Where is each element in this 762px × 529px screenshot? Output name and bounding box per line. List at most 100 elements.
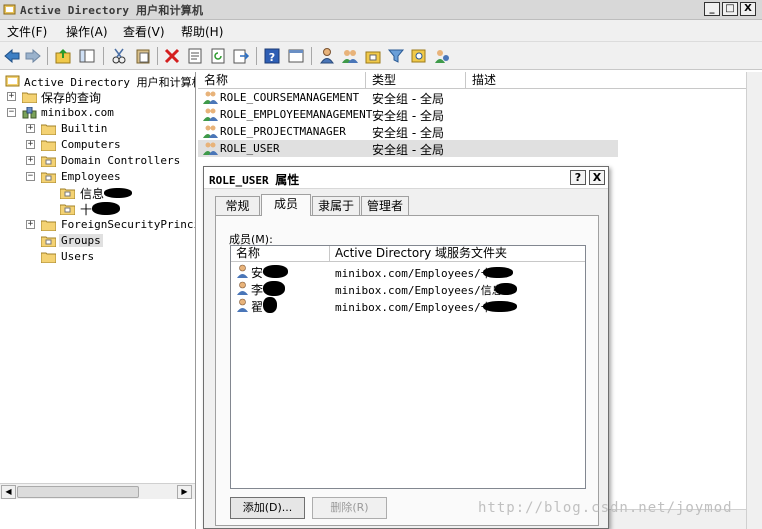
- maximize-button[interactable]: □: [722, 2, 738, 16]
- group-name: ROLE_COURSEMANAGEMENT: [220, 91, 360, 104]
- minimize-button[interactable]: _: [704, 2, 720, 16]
- collapse-icon[interactable]: −: [7, 108, 16, 117]
- folder-icon: [41, 252, 56, 263]
- tree-item-users[interactable]: Users: [0, 249, 195, 265]
- tree-item-foreign-security[interactable]: + ForeignSecurityPrincip: [0, 217, 195, 233]
- add-to-group-icon[interactable]: [433, 47, 451, 65]
- new-user-icon[interactable]: [318, 47, 336, 65]
- table-row[interactable]: ROLE_COURSEMANAGEMENT 安全组 - 全局: [198, 89, 618, 106]
- scroll-left-arrow-icon[interactable]: ◀: [1, 485, 16, 499]
- members-tab-panel: 成员(M): 名称 Active Directory 域服务文件夹 安 mini…: [215, 215, 599, 526]
- tree-item-sub-ou-1[interactable]: 信息: [0, 185, 195, 201]
- window-title: Active Directory 用户和计算机: [20, 4, 204, 17]
- up-folder-icon[interactable]: [54, 47, 72, 65]
- tree-item-domain-controllers[interactable]: + Domain Controllers: [0, 153, 195, 169]
- column-header-type[interactable]: 类型: [366, 72, 466, 89]
- expand-icon[interactable]: +: [26, 220, 35, 229]
- refresh-icon[interactable]: [209, 47, 227, 65]
- tree-item-employees[interactable]: − Employees: [0, 169, 195, 185]
- group-icon: [203, 91, 218, 104]
- filter-icon[interactable]: [387, 47, 405, 65]
- tab-member-of[interactable]: 隶属于: [312, 196, 360, 215]
- group-icon: [203, 108, 218, 121]
- scroll-thumb[interactable]: [17, 486, 139, 498]
- find-icon[interactable]: [410, 47, 428, 65]
- redaction-mark: [104, 188, 132, 198]
- tab-members[interactable]: 成员: [261, 194, 311, 216]
- group-type: 安全组 - 全局: [372, 92, 444, 106]
- members-column-folder[interactable]: Active Directory 域服务文件夹: [330, 246, 585, 262]
- list-item[interactable]: 翟 minibox.com/Employees/十: [231, 297, 585, 314]
- group-type: 安全组 - 全局: [372, 109, 444, 123]
- forward-arrow-icon[interactable]: [24, 47, 42, 65]
- expand-icon[interactable]: +: [26, 156, 35, 165]
- table-row-selected[interactable]: ROLE_USER 安全组 - 全局: [198, 140, 618, 157]
- tree-item-sub-ou-2[interactable]: 十: [0, 201, 195, 217]
- menu-action[interactable]: 操作(A): [66, 23, 108, 40]
- title-bar: Active Directory 用户和计算机 _ □ X: [0, 0, 762, 20]
- delete-icon[interactable]: [163, 47, 181, 65]
- group-name: ROLE_PROJECTMANAGER: [220, 125, 346, 138]
- new-ou-icon[interactable]: [364, 47, 382, 65]
- scroll-right-arrow-icon[interactable]: ▶: [177, 485, 192, 499]
- expand-icon[interactable]: +: [7, 92, 16, 101]
- dialog-close-button[interactable]: X: [589, 170, 605, 185]
- ou-folder-icon: [60, 204, 75, 215]
- menu-file[interactable]: 文件(F): [7, 23, 47, 40]
- watermark: http://blog.csdn.net/joymod: [478, 500, 733, 516]
- export-list-icon[interactable]: [232, 47, 250, 65]
- properties-icon[interactable]: [186, 47, 204, 65]
- tree-horizontal-scrollbar[interactable]: ◀ ▶: [0, 483, 195, 499]
- user-icon: [237, 264, 248, 278]
- dialog-help-button[interactable]: ?: [570, 170, 586, 185]
- redaction-mark: [495, 283, 517, 295]
- tree-item-domain[interactable]: − minibox.com: [0, 105, 195, 121]
- members-column-name[interactable]: 名称: [231, 246, 330, 262]
- folder-icon: [41, 140, 56, 151]
- collapse-icon[interactable]: −: [26, 172, 35, 181]
- tree-root[interactable]: Active Directory 用户和计算机: [0, 73, 195, 89]
- column-header-name[interactable]: 名称: [198, 72, 366, 89]
- add-button[interactable]: 添加(D)...: [230, 497, 305, 519]
- tree-pane: Active Directory 用户和计算机 + 保存的查询 − minibo…: [0, 72, 196, 529]
- tab-managed-by[interactable]: 管理者: [361, 196, 409, 215]
- group-icon: [203, 125, 218, 138]
- redaction-mark: [92, 202, 120, 215]
- menu-view[interactable]: 查看(V): [123, 23, 165, 40]
- members-list[interactable]: 名称 Active Directory 域服务文件夹 安 minibox.com…: [230, 245, 586, 489]
- group-name: ROLE_USER: [220, 142, 280, 155]
- tree-item-builtin[interactable]: + Builtin: [0, 121, 195, 137]
- back-arrow-icon[interactable]: [3, 47, 21, 65]
- redaction-mark: [483, 301, 517, 312]
- table-row[interactable]: ROLE_PROJECTMANAGER 安全组 - 全局: [198, 123, 618, 140]
- expand-icon[interactable]: +: [26, 140, 35, 149]
- remove-button[interactable]: 删除(R): [312, 497, 387, 519]
- help-icon[interactable]: ?: [263, 47, 281, 65]
- user-icon: [237, 298, 248, 312]
- new-group-icon[interactable]: [341, 47, 359, 65]
- member-name: 李: [251, 283, 264, 297]
- tree-item-saved-queries[interactable]: + 保存的查询: [0, 89, 195, 105]
- table-row[interactable]: ROLE_EMPLOYEEMANAGEMENT 安全组 - 全局: [198, 106, 618, 123]
- close-button[interactable]: X: [740, 2, 756, 16]
- ou-folder-icon: [41, 172, 56, 183]
- group-icon: [203, 142, 218, 155]
- list-item[interactable]: 安 minibox.com/Employees/十: [231, 263, 585, 280]
- list-item[interactable]: 李 minibox.com/Employees/信息: [231, 280, 585, 297]
- menu-help[interactable]: 帮助(H): [181, 23, 223, 40]
- expand-icon[interactable]: +: [26, 124, 35, 133]
- console-root-icon: [5, 75, 20, 87]
- tab-general[interactable]: 常规: [215, 196, 260, 215]
- ou-folder-icon: [60, 188, 75, 199]
- properties-dialog: ROLE_USER 属性 ? X 常规 成员 隶属于 管理者 成员(M): 名称…: [203, 166, 609, 529]
- member-name: 翟: [251, 300, 264, 314]
- console-pane-icon[interactable]: [287, 47, 305, 65]
- paste-icon[interactable]: [134, 47, 152, 65]
- cut-icon[interactable]: [110, 47, 128, 65]
- column-header-description[interactable]: 描述: [466, 72, 762, 89]
- tree-item-computers[interactable]: + Computers: [0, 137, 195, 153]
- show-tree-icon[interactable]: [78, 47, 96, 65]
- tree-item-groups[interactable]: Groups: [0, 233, 195, 249]
- toolbar: ?: [0, 42, 762, 70]
- redaction-mark: [263, 297, 277, 313]
